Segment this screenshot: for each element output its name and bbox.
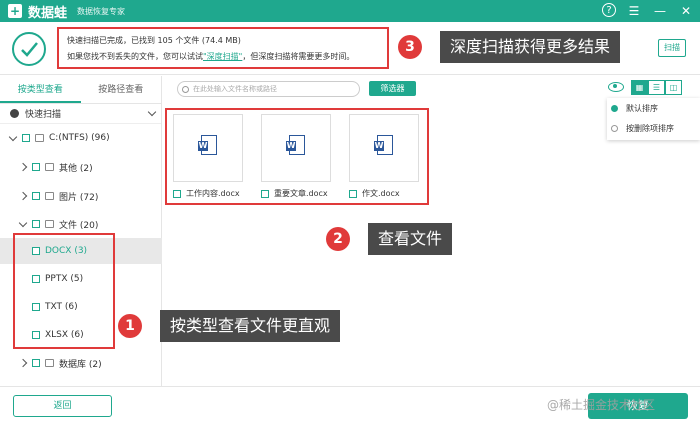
deep-scan-link[interactable]: "深度扫描" <box>203 52 242 61</box>
tree-item-images[interactable]: 图片 (72) <box>0 183 162 209</box>
back-button[interactable]: 返回 <box>13 395 112 417</box>
chevron-right-icon[interactable] <box>18 358 28 368</box>
sort-by-deleted[interactable]: 按删除项排序 <box>607 118 700 138</box>
file-card[interactable]: W 工作内容.docx <box>173 114 243 200</box>
scan-summary-text: 快速扫描已完成，已找到 105 个文件 (74.4 MB) <box>67 36 241 45</box>
scan-mode-icon <box>10 109 19 118</box>
sort-default[interactable]: 默认排序 <box>607 98 700 118</box>
database-icon <box>45 359 54 367</box>
help-icon[interactable]: ? <box>602 3 616 17</box>
drive-icon <box>35 134 44 142</box>
file-thumbnail[interactable]: W <box>173 114 243 182</box>
checkbox[interactable] <box>261 189 269 198</box>
window-controls: ? ☰ — ✕ <box>602 3 694 19</box>
view-mode-tabs: 按类型查看 按路径查看 <box>0 76 161 104</box>
checkbox[interactable] <box>32 359 40 367</box>
chevron-down-icon <box>147 107 157 117</box>
tree-item-other[interactable]: 其他 (2) <box>0 154 162 180</box>
file-name: 作文.docx <box>362 189 400 198</box>
word-document-icon: W <box>374 135 393 155</box>
image-icon <box>45 192 54 200</box>
annotation-highlight-box <box>13 233 115 349</box>
document-icon <box>45 220 54 228</box>
deep-scan-button[interactable]: 扫描 <box>658 39 686 57</box>
checkbox[interactable] <box>32 192 40 200</box>
view-switcher: ▦ ☰ ◫ <box>631 80 682 95</box>
scan-mode-label: 快速扫描 <box>25 110 62 120</box>
filter-button[interactable]: 筛选器 <box>369 81 416 96</box>
menu-icon[interactable]: ☰ <box>626 3 642 19</box>
tree-item-drive-c[interactable]: C:(NTFS) (96) <box>0 125 162 151</box>
app-logo-icon: + <box>8 4 22 18</box>
annotation-callout-3: 深度扫描获得更多结果 <box>440 31 621 63</box>
search-icon <box>182 85 189 93</box>
scan-complete-check-icon <box>12 32 46 66</box>
checkbox[interactable] <box>22 134 30 142</box>
chevron-right-icon[interactable] <box>18 162 28 172</box>
chevron-down-icon[interactable] <box>18 218 28 227</box>
chevron-down-icon[interactable] <box>8 132 18 141</box>
annotation-badge-3: 3 <box>398 35 422 59</box>
scan-mode-select[interactable]: 快速扫描 <box>0 104 161 124</box>
file-name: 工作内容.docx <box>186 189 240 198</box>
folder-icon <box>45 163 54 171</box>
checkbox[interactable] <box>32 163 40 171</box>
grid-view-icon[interactable]: ▦ <box>631 80 648 95</box>
tab-by-type[interactable]: 按类型查看 <box>0 76 81 103</box>
file-grid: W 工作内容.docx W 重要文章.docx W 作文.docx <box>165 108 429 205</box>
file-card[interactable]: W 作文.docx <box>349 114 419 200</box>
sort-menu: 默认排序 按删除项排序 <box>607 98 700 140</box>
app-name: 数据蛙 <box>28 5 68 21</box>
checkbox[interactable] <box>32 220 40 228</box>
annotation-badge-2: 2 <box>326 227 350 251</box>
file-name: 重要文章.docx <box>274 189 328 198</box>
title-bar: + 数据蛙 数据恢复专家 ? ☰ — ✕ <box>0 0 700 22</box>
search-placeholder: 在此处输入文件名称或路径 <box>193 85 277 93</box>
close-icon[interactable]: ✕ <box>678 3 694 19</box>
file-thumbnail[interactable]: W <box>261 114 331 182</box>
minimize-icon[interactable]: — <box>652 3 668 19</box>
app-subtitle: 数据恢复专家 <box>77 6 126 16</box>
word-document-icon: W <box>198 135 217 155</box>
radio-selected-icon[interactable] <box>611 104 618 112</box>
deep-scan-hint: 如果您找不到丢失的文件，您可以试试"深度扫描"，但深度扫描将需要更多时间。 <box>67 52 355 61</box>
file-thumbnail[interactable]: W <box>349 114 419 182</box>
annotation-badge-1: 1 <box>118 314 142 338</box>
eye-icon[interactable] <box>608 82 624 92</box>
radio-icon[interactable] <box>611 124 618 132</box>
detail-view-icon[interactable]: ◫ <box>665 80 682 95</box>
tab-by-path[interactable]: 按路径查看 <box>81 76 162 103</box>
tree-item-database[interactable]: 数据库 (2) <box>0 350 162 376</box>
scan-result-message: 快速扫描已完成，已找到 105 个文件 (74.4 MB) 如果您找不到丢失的文… <box>57 27 389 69</box>
checkbox[interactable] <box>349 189 357 198</box>
word-document-icon: W <box>286 135 305 155</box>
file-card[interactable]: W 重要文章.docx <box>261 114 331 200</box>
annotation-callout-2: 查看文件 <box>368 223 453 255</box>
chevron-right-icon[interactable] <box>18 191 28 201</box>
search-input[interactable]: 在此处输入文件名称或路径 <box>177 81 360 97</box>
list-view-icon[interactable]: ☰ <box>648 80 665 95</box>
checkbox[interactable] <box>173 189 181 198</box>
annotation-callout-1: 按类型查看文件更直观 <box>160 310 341 342</box>
watermark: @稀土掘金技术社区 <box>547 398 656 412</box>
